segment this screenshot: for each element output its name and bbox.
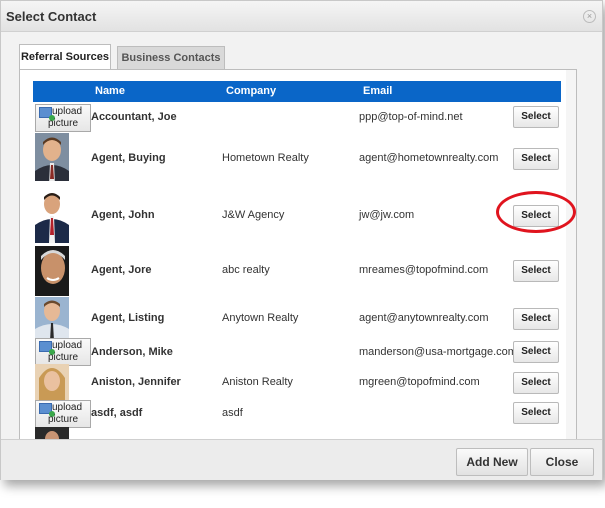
contact-email: manderson@usa-mortgage.com	[359, 346, 517, 358]
add-new-button[interactable]: Add New	[456, 448, 528, 476]
contact-name: Agent, Buying	[91, 152, 166, 164]
tab-business-contacts[interactable]: Business Contacts	[117, 46, 225, 69]
upload-picture-button[interactable]: upload picture	[35, 338, 91, 366]
contact-company: Hometown Realty	[222, 152, 309, 164]
contact-name: asdf, asdf	[91, 407, 143, 419]
highlight-circle	[496, 191, 576, 233]
table-row: Aniston, Jennifer Aniston Realty mgreen@…	[33, 364, 561, 400]
contact-name: Agent, Jore	[91, 264, 152, 276]
table-row: upload picture asdf, asdf asdf Select	[33, 400, 561, 428]
contact-email: ppp@top-of-mind.net	[359, 111, 463, 123]
table-row: Agent, John J&W Agency jw@jw.com Select	[33, 189, 561, 243]
contact-company: Anytown Realty	[222, 312, 299, 324]
scrollbar[interactable]	[566, 70, 576, 440]
select-button[interactable]: Select	[513, 372, 559, 394]
table-row: upload picture Anderson, Mike manderson@…	[33, 338, 561, 366]
contact-email: agent@hometownrealty.com	[359, 152, 499, 164]
close-icon[interactable]: ×	[583, 10, 596, 23]
select-button[interactable]: Select	[513, 148, 559, 170]
contact-name: Anderson, Mike	[91, 346, 173, 358]
table-header: Name Company Email	[33, 81, 561, 102]
table-row: Agent, Buying Hometown Realty agent@home…	[33, 133, 561, 185]
contact-email: mgreen@topofmind.com	[359, 376, 480, 388]
contact-name: Agent, John	[91, 209, 155, 221]
table-row: Agent, Jore abc realty mreames@topofmind…	[33, 246, 561, 296]
contact-photo	[35, 364, 69, 400]
contacts-panel: Name Company Email upload picture Accoun…	[19, 69, 577, 441]
picture-icon	[39, 107, 55, 121]
dialog-titlebar: Select Contact ×	[1, 1, 602, 32]
contact-company: Aniston Realty	[222, 376, 293, 388]
select-button[interactable]: Select	[513, 341, 559, 363]
picture-icon	[39, 403, 55, 417]
contact-email: jw@jw.com	[359, 209, 415, 221]
contact-photo	[35, 246, 69, 296]
upload-picture-button[interactable]: upload picture	[35, 104, 91, 132]
dialog-footer: Add New Close	[1, 439, 602, 480]
column-header-email: Email	[363, 85, 393, 97]
select-button[interactable]: Select	[513, 106, 559, 128]
table-row: upload picture Accountant, Joe ppp@top-o…	[33, 104, 561, 132]
contact-photo	[35, 297, 69, 341]
contact-photo	[35, 189, 69, 243]
contact-name: Accountant, Joe	[91, 111, 177, 123]
column-header-name: Name	[95, 85, 125, 97]
select-button[interactable]: Select	[513, 308, 559, 330]
column-header-company: Company	[226, 85, 277, 97]
contact-email: mreames@topofmind.com	[359, 264, 489, 276]
contact-email: agent@anytownrealty.com	[359, 312, 489, 324]
table-row: Agent, Listing Anytown Realty agent@anyt…	[33, 297, 561, 341]
contact-name: Agent, Listing	[91, 312, 165, 324]
contact-company: abc realty	[222, 264, 270, 276]
contact-company: J&W Agency	[222, 209, 285, 221]
select-button[interactable]: Select	[513, 260, 559, 282]
contact-photo	[35, 133, 69, 181]
select-button[interactable]: Select	[513, 402, 559, 424]
select-contact-dialog: Select Contact × Referral Sources Busine…	[0, 0, 603, 480]
dialog-title: Select Contact	[6, 9, 97, 24]
upload-picture-button[interactable]: upload picture	[35, 400, 91, 428]
tab-referral-sources[interactable]: Referral Sources	[19, 44, 111, 71]
contact-name: Aniston, Jennifer	[91, 376, 181, 388]
close-button[interactable]: Close	[530, 448, 594, 476]
contact-company: asdf	[222, 407, 243, 419]
picture-icon	[39, 341, 55, 355]
